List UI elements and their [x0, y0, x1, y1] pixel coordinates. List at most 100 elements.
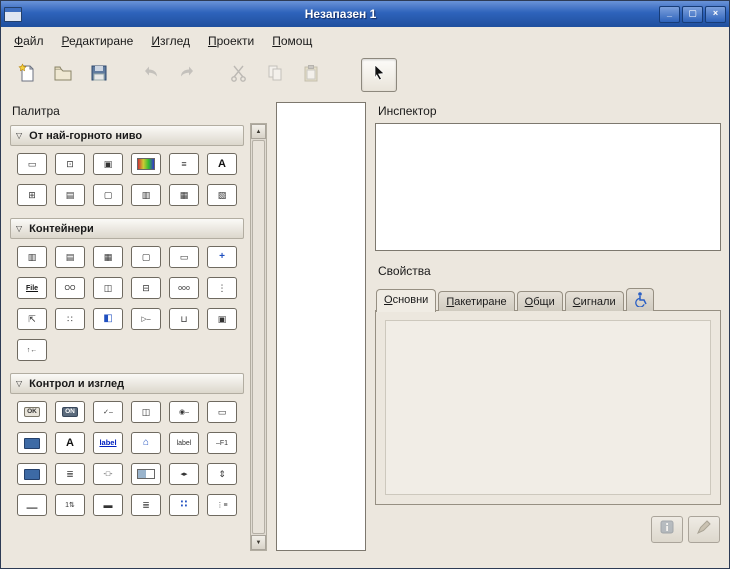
- minimize-button[interactable]: _: [659, 6, 680, 23]
- palette-widget-button[interactable]: ∷: [55, 308, 85, 330]
- palette-widget-button[interactable]: ⇕: [207, 463, 237, 485]
- palette-widget-button[interactable]: ▣: [93, 153, 123, 175]
- copy-button[interactable]: [257, 58, 293, 92]
- inspector-view[interactable]: [375, 123, 721, 251]
- palette-widget-button[interactable]: ⋮: [207, 277, 237, 299]
- palette-widget-button[interactable]: ↑←: [17, 339, 47, 361]
- palette-widget-button[interactable]: ⊞: [17, 184, 47, 206]
- palette-widget-button[interactable]: ▦: [169, 184, 199, 206]
- scroll-down-icon[interactable]: ▼: [251, 535, 266, 550]
- selector-button[interactable]: [361, 58, 397, 92]
- palette-widget-button[interactable]: ▢: [131, 246, 161, 268]
- close-button[interactable]: ×: [705, 6, 726, 23]
- cut-button[interactable]: [221, 58, 257, 92]
- palette-widget-button[interactable]: [17, 432, 47, 454]
- palette-widget-button[interactable]: ▬: [93, 494, 123, 516]
- palette-widget-button[interactable]: ∷: [169, 494, 199, 516]
- palette-widget-button[interactable]: -□-: [93, 463, 123, 485]
- palette-widget-icon: ▭: [180, 253, 189, 262]
- properties-editor-area[interactable]: [385, 320, 711, 495]
- new-button[interactable]: [9, 58, 45, 92]
- expander-icon: ▽: [16, 379, 22, 388]
- menu-view[interactable]: Изглед: [142, 31, 199, 51]
- palette-widget-icon: OK: [24, 407, 40, 418]
- palette-widget-button[interactable]: ⋮≡: [207, 494, 237, 516]
- open-button[interactable]: [45, 58, 81, 92]
- maximize-button[interactable]: ▢: [682, 6, 703, 23]
- menu-file[interactable]: Файл: [5, 31, 53, 51]
- palette-widget-button[interactable]: [131, 463, 161, 485]
- palette-widget-button[interactable]: ≣: [131, 494, 161, 516]
- palette-widget-button[interactable]: +: [207, 246, 237, 268]
- palette-widget-button[interactable]: [131, 153, 161, 175]
- scrollbar-thumb[interactable]: [252, 140, 265, 534]
- palette-widget-button[interactable]: ≡: [169, 153, 199, 175]
- undo-button[interactable]: [133, 58, 169, 92]
- tab-accessibility[interactable]: [626, 288, 654, 311]
- palette-widget-button[interactable]: ▢: [93, 184, 123, 206]
- palette-section-header[interactable]: ▽ От най-горното ниво: [10, 125, 244, 146]
- widget-tree-canvas[interactable]: [276, 102, 366, 551]
- palette-scrollbar[interactable]: ▲ ▼: [250, 123, 267, 551]
- palette-widget-icon: [24, 438, 40, 449]
- palette-widget-button[interactable]: ooo: [169, 277, 199, 299]
- palette-widget-button[interactable]: ▭: [207, 401, 237, 423]
- palette-widget-button[interactable]: label: [93, 432, 123, 454]
- palette-widget-icon: ON: [62, 407, 78, 418]
- palette-widget-icon: ▢: [104, 191, 113, 200]
- menu-help[interactable]: Помощ: [263, 31, 321, 51]
- palette-widget-button[interactable]: ⌂: [131, 432, 161, 454]
- tab-general[interactable]: Основни: [376, 289, 436, 312]
- titlebar[interactable]: Незапазен 1 _ ▢ ×: [1, 1, 729, 27]
- palette-widget-button[interactable]: ▦: [93, 246, 123, 268]
- palette-widget-button[interactable]: ▧: [207, 184, 237, 206]
- palette-widget-button[interactable]: ⊟: [131, 277, 161, 299]
- palette-widget-button[interactable]: A: [207, 153, 237, 175]
- palette-widget-button[interactable]: ▁▁: [17, 494, 47, 516]
- properties-page: [375, 310, 721, 505]
- palette-widget-button[interactable]: OO: [55, 277, 85, 299]
- palette-widget-button[interactable]: 1⇅: [55, 494, 85, 516]
- palette-widget-button[interactable]: ⇱: [17, 308, 47, 330]
- redo-button[interactable]: [169, 58, 205, 92]
- palette-widget-button[interactable]: ▷–: [131, 308, 161, 330]
- palette-widget-button[interactable]: label: [169, 432, 199, 454]
- palette-widget-button[interactable]: ▤: [55, 246, 85, 268]
- tab-common[interactable]: Общи: [517, 291, 563, 311]
- palette-widget-button[interactable]: ✓–: [93, 401, 123, 423]
- palette-widget-button[interactable]: ▣: [207, 308, 237, 330]
- palette-widget-button[interactable]: ≣: [55, 463, 85, 485]
- menu-edit[interactable]: Редактиране: [53, 31, 143, 51]
- palette-section-header[interactable]: ▽ Контейнери: [10, 218, 244, 239]
- palette-widget-button[interactable]: [17, 463, 47, 485]
- palette-widget-button[interactable]: –F1: [207, 432, 237, 454]
- palette-widget-button[interactable]: ▥: [131, 184, 161, 206]
- palette-widget-button[interactable]: ⊡: [55, 153, 85, 175]
- palette-widget-icon: ◫: [104, 284, 113, 293]
- palette-widget-icon: label: [177, 440, 192, 447]
- palette-widget-button[interactable]: ON: [55, 401, 85, 423]
- palette-widget-button[interactable]: File: [17, 277, 47, 299]
- palette-widget-button[interactable]: ▭: [17, 153, 47, 175]
- palette-widget-button[interactable]: A: [55, 432, 85, 454]
- palette-widget-button[interactable]: ◂▸: [169, 463, 199, 485]
- palette-widget-button[interactable]: ◧: [93, 308, 123, 330]
- palette-section-header[interactable]: ▽ Контрол и изглед: [10, 373, 244, 394]
- palette-widget-button[interactable]: OK: [17, 401, 47, 423]
- tab-packing[interactable]: Пакетиране: [438, 291, 514, 311]
- tab-signals[interactable]: Сигнали: [565, 291, 624, 311]
- edit-style-button[interactable]: [688, 516, 720, 543]
- palette-widget-button[interactable]: ◫: [93, 277, 123, 299]
- palette-section: ▽ От най-горното ниво ▭ ⊡: [9, 125, 245, 216]
- palette-widget-button[interactable]: ▤: [55, 184, 85, 206]
- save-button[interactable]: [81, 58, 117, 92]
- palette-widget-button[interactable]: ▥: [17, 246, 47, 268]
- scroll-up-icon[interactable]: ▲: [251, 124, 266, 139]
- info-button[interactable]: [651, 516, 683, 543]
- palette-widget-button[interactable]: ◉–: [169, 401, 199, 423]
- palette-widget-button[interactable]: ⊔: [169, 308, 199, 330]
- paste-button[interactable]: [293, 58, 329, 92]
- palette-widget-button[interactable]: ◫: [131, 401, 161, 423]
- menu-projects[interactable]: Проекти: [199, 31, 263, 51]
- palette-widget-button[interactable]: ▭: [169, 246, 199, 268]
